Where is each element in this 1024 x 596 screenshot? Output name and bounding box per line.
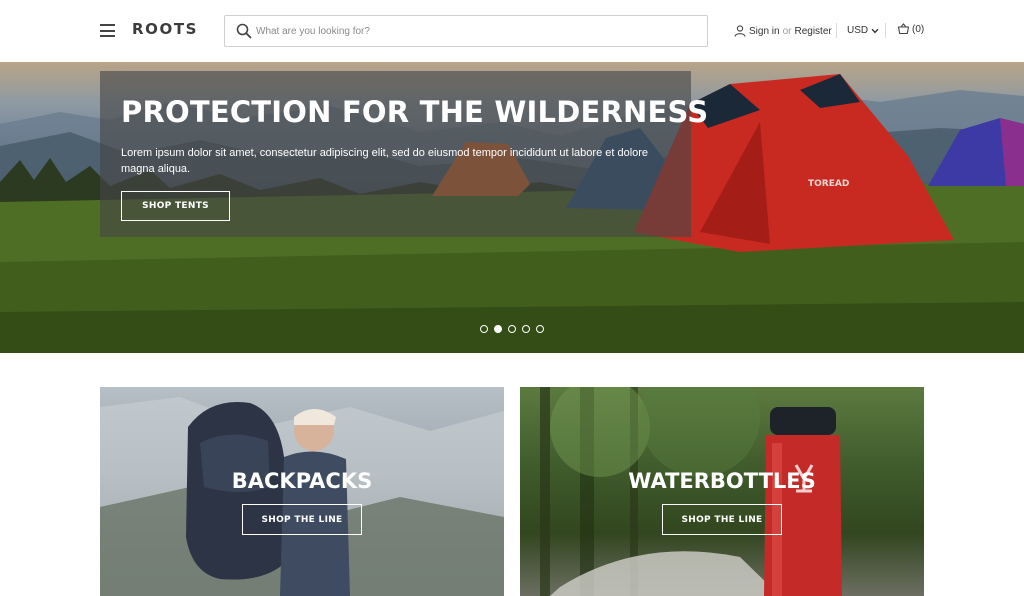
search-input[interactable] [256,16,696,46]
category-card-waterbottles[interactable]: WATERBOTTLES SHOP THE LINE [520,387,924,596]
currency-selector[interactable]: USD [847,25,879,36]
hero-text-panel: PROTECTION FOR THE WILDERNESS Lorem ipsu… [100,71,708,237]
tent-brand-label: TOREAD [808,179,849,189]
currency-label: USD [847,25,869,36]
hero-carousel[interactable]: TOREAD PROTECTION FOR THE WILDERNESS Lor… [0,62,1024,353]
divider [885,23,886,38]
chevron-down-icon [871,28,879,33]
user-icon [734,25,746,37]
category-card-backpacks[interactable]: BACKPACKS SHOP THE LINE [100,387,504,596]
carousel-dots [480,325,550,333]
search-bar[interactable] [224,15,708,47]
carousel-dot-2[interactable] [494,325,502,333]
shop-tents-button[interactable]: SHOP TENTS [121,191,230,221]
category-title: BACKPACKS [231,469,373,493]
site-logo[interactable]: ROOTS [132,20,198,38]
cart-count: (0) [912,23,925,35]
register-link[interactable]: Register [794,26,831,37]
carousel-dot-1[interactable] [480,325,488,333]
shop-the-line-button[interactable]: SHOP THE LINE [242,504,362,535]
carousel-dot-3[interactable] [508,325,516,333]
site-header: ROOTS Sign in or Register USD (0) [0,0,1024,62]
account-links: Sign in or Register [734,23,832,39]
hero-description: Lorem ipsum dolor sit amet, consectetur … [121,147,649,175]
hero-title: PROTECTION FOR THE WILDERNESS [121,95,709,129]
shop-the-line-button[interactable]: SHOP THE LINE [662,504,782,535]
cart-button[interactable]: (0) [897,23,924,35]
carousel-dot-5[interactable] [536,325,544,333]
sign-in-link[interactable]: Sign in [749,26,780,37]
or-text: or [782,25,792,37]
divider [836,23,837,38]
search-icon[interactable] [236,23,252,39]
menu-icon[interactable] [100,24,115,37]
category-title: WATERBOTTLES [628,469,816,493]
cart-icon [897,23,910,35]
carousel-dot-4[interactable] [522,325,530,333]
